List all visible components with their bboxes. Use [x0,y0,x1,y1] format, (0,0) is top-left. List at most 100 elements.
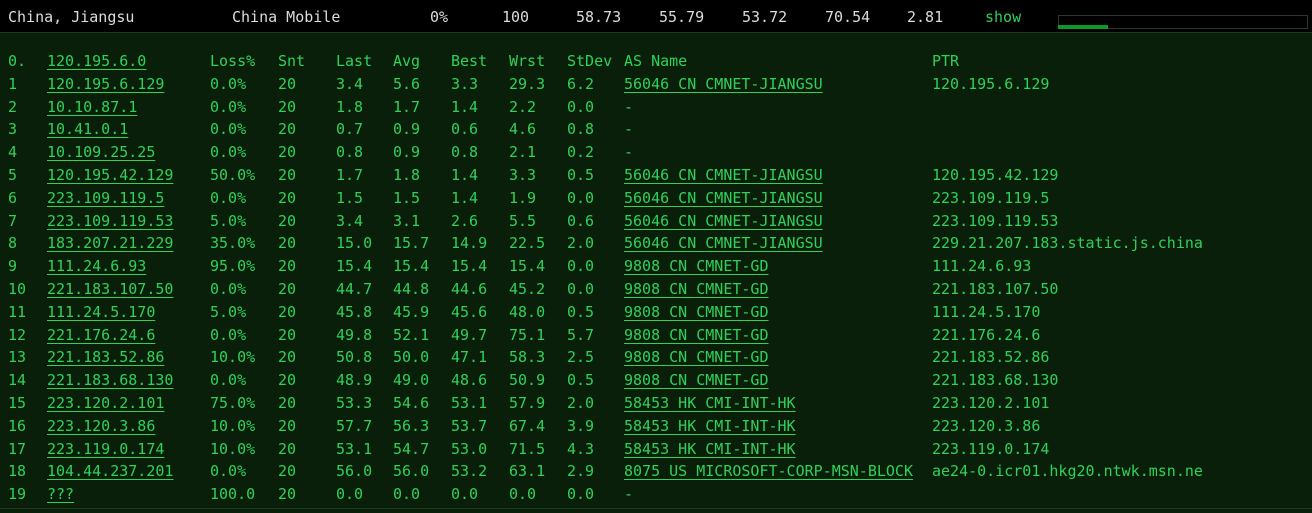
best-latency: 15.4 [451,257,488,276]
hop-number: 19 [8,485,27,504]
host-link[interactable]: 221.183.68.130 [47,371,173,389]
stdev-value: 3.9 [567,416,595,435]
avg-latency: 15.4 [393,257,430,276]
host-link[interactable]: 10.109.25.25 [47,143,155,161]
host-link[interactable]: 221.176.24.6 [47,326,155,344]
table-row: 1 120.195.6.129 0.0% 20 3.4 5.6 3.3 29.3 6.2 5604… [0,75,1312,98]
host-link[interactable]: 223.119.0.174 [47,440,164,458]
avg-latency: 1.8 [393,165,421,184]
header-target-host[interactable]: 120.195.6.0 [47,52,146,70]
last-latency: 15.0 [336,234,373,253]
stdev-value: 5.7 [567,325,595,344]
host-link[interactable]: 111.24.6.93 [47,257,146,275]
ptr-value: 223.120.3.86 [932,416,1041,435]
last-latency: 1.8 [336,97,364,116]
best-latency: 44.6 [451,279,488,298]
table-row: 7 223.109.119.53 5.0% 20 3.4 3.1 2.6 5.5 0.6 5604… [0,212,1312,235]
host-link[interactable]: 223.120.2.101 [47,394,164,412]
avg-latency: 45.9 [393,302,430,321]
header-wrst: Wrst [509,52,546,70]
last-latency: 1.5 [336,188,364,207]
host-link[interactable]: 223.109.119.5 [47,189,164,207]
host-link[interactable]: 223.109.119.53 [47,212,173,230]
host-link[interactable]: 221.183.52.86 [47,348,164,366]
host-link[interactable]: 111.24.5.170 [47,303,155,321]
loss-value: 95.0% [210,257,256,276]
as-name[interactable]: 56046 CN CMNET-JIANGSU [624,75,823,93]
as-name[interactable]: 9808 CN CMNET-GD [624,326,769,344]
host-link[interactable]: 104.44.237.201 [47,462,173,480]
best-latency: 53.0 [451,439,488,458]
hop-number: 14 [8,371,27,390]
stdev-value: 0.0 [567,257,595,276]
as-name[interactable]: 58453 HK CMI-INT-HK [624,417,796,435]
host-link[interactable]: 10.41.0.1 [47,120,128,138]
stdev-value: 0.0 [567,485,595,504]
avg-latency: 0.0 [393,485,421,504]
avg-latency: 52.1 [393,325,430,344]
as-name[interactable]: 9808 CN CMNET-GD [624,280,769,298]
stdev-value: 2.0 [567,234,595,253]
summary-location: China, Jiangsu [8,8,135,26]
hop-number: 18 [8,462,27,481]
worst-latency: 63.1 [509,462,546,481]
loss-value: 0.0% [210,120,247,139]
last-latency: 45.8 [336,302,373,321]
hop-number: 4 [8,143,18,162]
as-name[interactable]: 9808 CN CMNET-GD [624,303,769,321]
show-toggle-link[interactable]: show [985,8,1021,26]
stdev-value: 6.2 [567,74,595,93]
hop-number: 17 [8,439,27,458]
ptr-value: 223.120.2.101 [932,393,1050,412]
summary-isp: China Mobile [232,8,341,26]
stdev-value: 0.0 [567,97,595,116]
best-latency: 45.6 [451,302,488,321]
traceroute-table: 0. 120.195.6.0 Loss% Snt Last Avg Best W… [0,52,1312,508]
last-latency: 50.8 [336,348,373,367]
host-link[interactable]: 221.183.107.50 [47,280,173,298]
as-name: - [624,485,634,504]
host-link[interactable]: 120.195.42.129 [47,166,173,184]
as-name[interactable]: 58453 HK CMI-INT-HK [624,440,796,458]
best-latency: 49.7 [451,325,488,344]
table-header: 0. 120.195.6.0 Loss% Snt Last Avg Best W… [0,52,1312,75]
stdev-value: 2.5 [567,348,595,367]
avg-latency: 15.7 [393,234,430,253]
sent-count: 20 [278,302,297,321]
as-name[interactable]: 56046 CN CMNET-JIANGSU [624,234,823,252]
host-link[interactable]: 120.195.6.129 [47,75,164,93]
as-name[interactable]: 56046 CN CMNET-JIANGSU [624,212,823,230]
sent-count: 20 [278,97,297,116]
hop-number: 8 [8,234,18,253]
sent-count: 20 [278,371,297,390]
worst-latency: 71.5 [509,439,546,458]
best-latency: 1.4 [451,97,479,116]
loss-value: 0.0% [210,74,247,93]
best-latency: 3.3 [451,74,479,93]
as-name[interactable]: 9808 CN CMNET-GD [624,257,769,275]
as-name[interactable]: 9808 CN CMNET-GD [624,371,769,389]
header-snt: Snt [278,52,306,70]
stdev-value: 0.0 [567,279,595,298]
best-latency: 0.8 [451,143,479,162]
hop-number: 6 [8,188,18,207]
as-name[interactable]: 56046 CN CMNET-JIANGSU [624,189,823,207]
host-link[interactable]: 10.10.87.1 [47,98,137,116]
table-row: 6 223.109.119.5 0.0% 20 1.5 1.5 1.4 1.9 0.0 56046… [0,189,1312,212]
worst-latency: 15.4 [509,257,546,276]
stdev-value: 4.3 [567,439,595,458]
host-link[interactable]: 183.207.21.229 [47,234,173,252]
as-name[interactable]: 8075 US MICROSOFT-CORP-MSN-BLOCK [624,462,913,480]
table-row: 3 10.41.0.1 0.0% 20 0.7 0.9 0.6 4.6 0.8 - [0,120,1312,143]
table-row: 4 10.109.25.25 0.0% 20 0.8 0.9 0.8 2.1 0.2 - [0,143,1312,166]
as-name[interactable]: 9808 CN CMNET-GD [624,348,769,366]
worst-latency: 45.2 [509,279,546,298]
host-link[interactable]: ??? [47,485,74,503]
as-name[interactable]: 58453 HK CMI-INT-HK [624,394,796,412]
loss-value: 10.0% [210,439,256,458]
best-latency: 47.1 [451,348,488,367]
as-name[interactable]: 56046 CN CMNET-JIANGSU [624,166,823,184]
worst-latency: 2.1 [509,143,537,162]
worst-latency: 50.9 [509,371,546,390]
host-link[interactable]: 223.120.3.86 [47,417,155,435]
